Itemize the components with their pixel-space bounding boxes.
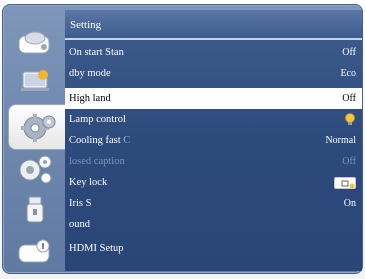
tab-info[interactable] (9, 233, 61, 269)
lamp-bulb-icon (345, 113, 355, 125)
row-value: On (343, 198, 356, 209)
menu-row-closed-caption: losed caption Off (65, 151, 362, 172)
row-label: Cooling fast C (69, 135, 130, 146)
tab-usb[interactable] (9, 191, 61, 227)
row-label: dby mode (69, 68, 111, 79)
row-value: Off (342, 93, 356, 104)
row-label: Key lock (69, 177, 108, 188)
menu-row-on-start[interactable]: On start Stan Off (65, 42, 362, 63)
row-label: On start Stan (69, 47, 124, 58)
info-icon (18, 239, 50, 263)
menu-row-cooling-fast[interactable]: Cooling fast C Normal (65, 130, 362, 151)
tab-image[interactable] (9, 63, 61, 99)
image-adjust-icon (21, 70, 49, 91)
menu-header: Setting (65, 10, 362, 40)
key-lock-icon (334, 176, 356, 189)
menu-row-lamp-control[interactable]: Lamp control (65, 109, 362, 130)
display-icon (18, 31, 50, 54)
tab-display[interactable] (9, 26, 61, 62)
row-label: High land (69, 93, 111, 104)
menu-row-hdmi-setup[interactable]: HDMI Setup (65, 238, 362, 259)
row-label-text: Cooling fast (69, 135, 121, 146)
tab-setting[interactable] (8, 104, 68, 150)
menu-row-high-land[interactable]: High land Off (65, 88, 362, 109)
row-label: losed caption (69, 156, 125, 167)
row-value: Normal (325, 135, 356, 146)
tab-advanced[interactable] (9, 151, 61, 187)
menu-row-key-lock[interactable]: Key lock (65, 172, 362, 193)
advanced-gear-icon (19, 155, 52, 184)
menu-row-iris[interactable]: Iris S On (65, 193, 362, 214)
menu-row-sound[interactable]: ound (65, 214, 362, 235)
row-value: Off (342, 47, 356, 58)
row-label: Iris S (69, 198, 92, 209)
usb-drive-icon (26, 196, 44, 223)
row-label: HDMI Setup (69, 243, 124, 254)
row-value: Eco (340, 68, 356, 79)
gear-icon (20, 114, 55, 142)
row-value: Off (342, 156, 356, 167)
row-label: Lamp control (69, 114, 126, 125)
setting-menu: Setting On start Stan Off dby mode Eco H… (65, 10, 362, 271)
row-label-suffix: C (123, 135, 131, 146)
osd-frame: Setting On start Stan Off dby mode Eco H… (0, 0, 365, 279)
menu-title: Setting (70, 19, 102, 31)
menu-row-standby-mode[interactable]: dby mode Eco (65, 63, 362, 84)
row-label: ound (69, 219, 90, 230)
